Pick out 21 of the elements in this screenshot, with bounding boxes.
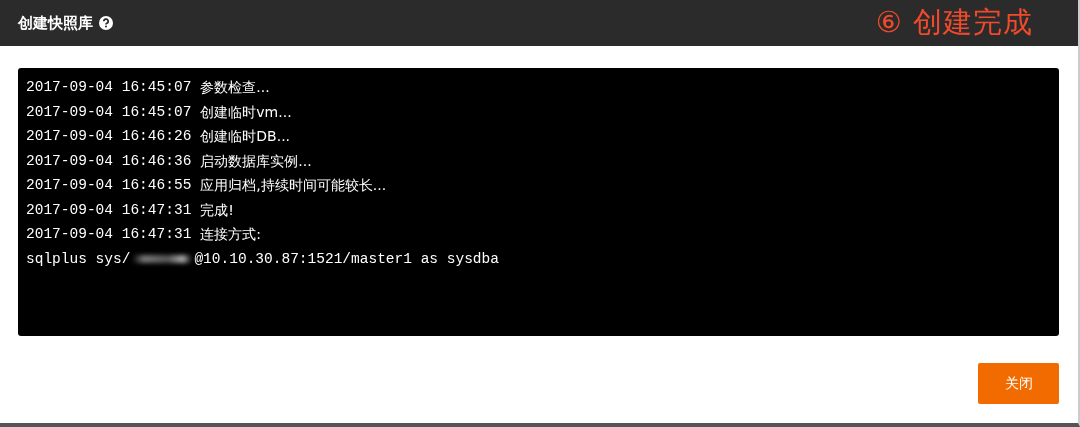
log-timestamp: 2017-09-04 16:47:31 (26, 200, 192, 220)
log-timestamp: 2017-09-04 16:46:55 (26, 176, 192, 195)
dialog-title: 创建快照库 (18, 13, 93, 33)
log-message: 创建临时DB... (200, 127, 291, 146)
command-text: sqlplus sys/ (26, 249, 131, 269)
log-message: 启动数据库实例... (200, 151, 312, 171)
log-timestamp: 2017-09-04 16:47:31 (26, 225, 192, 244)
command-text: @10.10.30.87:1521/master1 as sysdba (194, 249, 499, 269)
log-timestamp: 2017-09-04 16:45:07 (26, 102, 192, 122)
log-message: 参数检查... (200, 78, 270, 97)
step-annotation: ⑥ 创建完成 (875, 4, 1033, 41)
log-message: 应用归档,持续时间可能较长... (200, 176, 387, 195)
redacted-password (132, 254, 193, 263)
log-timestamp: 2017-09-04 16:46:26 (26, 127, 192, 146)
log-message: 连接方式: (200, 225, 262, 244)
help-icon[interactable] (99, 16, 113, 30)
log-timestamp: 2017-09-04 16:46:36 (26, 151, 192, 171)
log-message: 完成! (200, 200, 234, 220)
close-button[interactable]: 关闭 (978, 363, 1059, 404)
log-timestamp: 2017-09-04 16:45:07 (26, 78, 192, 97)
log-message: 创建临时vm... (200, 102, 292, 122)
